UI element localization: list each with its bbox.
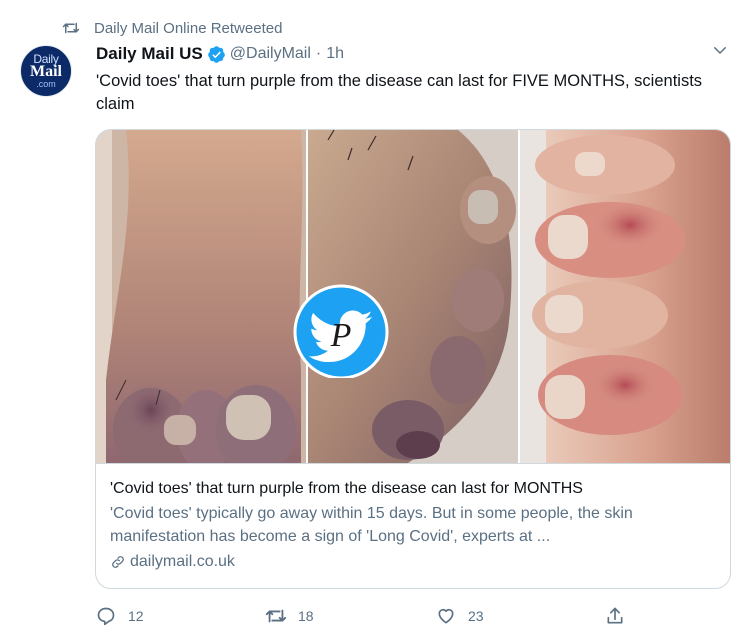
card-description: 'Covid toes' typically go away within 15… — [110, 505, 633, 545]
avatar-text-2: Mail — [30, 63, 62, 80]
more-options-button[interactable] — [708, 40, 732, 64]
toes-photo-3 — [520, 130, 730, 463]
card-body[interactable]: 'Covid toes' that turn purple from the d… — [96, 463, 730, 588]
chevron-down-icon — [711, 41, 729, 64]
reply-count: 12 — [128, 608, 144, 624]
retweet-count: 18 — [298, 608, 314, 624]
retweet-icon — [264, 604, 288, 628]
retweet-icon — [60, 17, 82, 39]
avatar[interactable]: Daily Mail .com — [20, 45, 72, 97]
like-button[interactable]: 23 — [434, 603, 484, 629]
overlay-letter: P — [330, 317, 352, 354]
like-count: 23 — [468, 608, 484, 624]
twitter-bird-icon: P — [289, 280, 399, 380]
toes-photo-1 — [96, 130, 306, 463]
share-button[interactable] — [603, 603, 637, 629]
link-icon — [110, 554, 126, 570]
reply-icon — [94, 604, 118, 628]
timestamp[interactable]: 1h — [326, 45, 344, 63]
verified-badge-icon — [207, 45, 226, 64]
author-handle[interactable]: @DailyMail — [230, 45, 311, 63]
retweet-button[interactable]: 18 — [264, 603, 314, 629]
card-image[interactable]: P — [96, 130, 730, 463]
card-domain[interactable]: dailymail.co.uk — [110, 551, 718, 573]
link-card[interactable]: P 'Covid toes' that turn purple from the… — [95, 129, 731, 589]
author-name[interactable]: Daily Mail US — [96, 44, 203, 64]
share-icon — [603, 604, 627, 628]
tweet-header: Daily Mail US @DailyMail · 1h — [96, 43, 344, 65]
reply-button[interactable]: 12 — [94, 603, 144, 629]
separator-dot: · — [315, 45, 322, 62]
retweet-label: Daily Mail Online Retweeted — [94, 19, 283, 37]
card-domain-text: dailymail.co.uk — [130, 553, 235, 570]
card-title: 'Covid toes' that turn purple from the d… — [110, 480, 583, 497]
tweet-text: 'Covid toes' that turn purple from the d… — [96, 72, 703, 113]
retweet-indicator[interactable]: Daily Mail Online Retweeted — [60, 17, 282, 39]
avatar-text-3: .com — [36, 79, 56, 89]
heart-icon — [434, 604, 458, 628]
